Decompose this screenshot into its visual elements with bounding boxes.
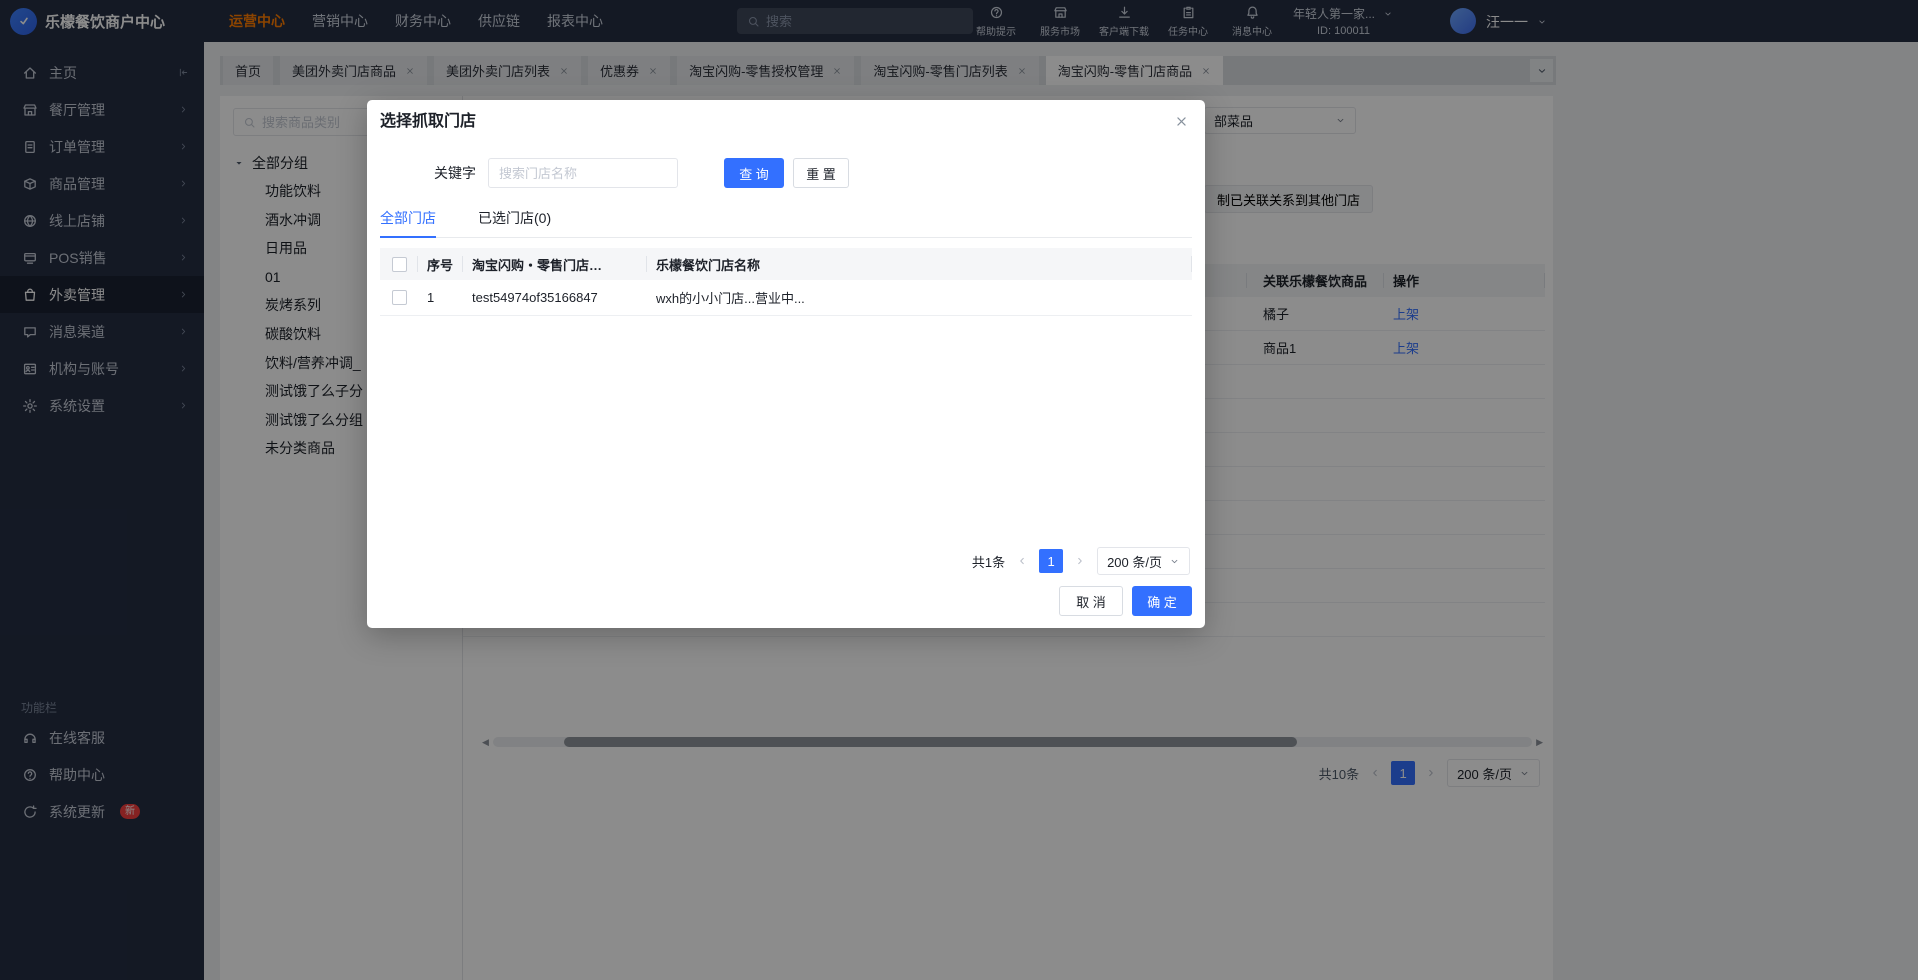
- page-size-value: 200 条/页: [1107, 552, 1162, 571]
- row-checkbox[interactable]: [392, 290, 407, 305]
- cancel-button[interactable]: 取 消: [1059, 586, 1123, 616]
- modal-title: 选择抓取门店: [367, 100, 1205, 131]
- store-row-index: 1: [418, 290, 463, 305]
- store-row-lemon: wxh的小小门店...营业中...: [647, 288, 1192, 307]
- current-page[interactable]: 1: [1039, 549, 1063, 573]
- modal-pagination: 共1条 1 200 条/页: [972, 547, 1190, 575]
- reset-button[interactable]: 重 置: [793, 158, 849, 188]
- select-store-modal: 选择抓取门店 关键字 查 询 重 置 全部门店 已选门店(0) 序号 淘宝闪购・…: [367, 100, 1205, 628]
- store-tabs: 全部门店 已选门店(0): [380, 208, 1192, 238]
- column-index: 序号: [418, 248, 463, 280]
- store-table-header: 序号 淘宝闪购・零售门店… 乐檬餐饮门店名称: [380, 248, 1192, 280]
- store-row-taobao: test54974of35166847: [463, 290, 647, 305]
- total-count: 共1条: [972, 552, 1005, 571]
- column-lemon-store: 乐檬餐饮门店名称: [647, 248, 1192, 280]
- chevron-down-icon: [1169, 556, 1180, 567]
- store-keyword-input[interactable]: [488, 158, 678, 188]
- next-page-icon[interactable]: [1074, 555, 1086, 567]
- store-filter-form: 关键字 查 询 重 置: [380, 158, 1205, 188]
- confirm-button[interactable]: 确 定: [1132, 586, 1192, 616]
- prev-page-icon[interactable]: [1016, 555, 1028, 567]
- page-size-select[interactable]: 200 条/页: [1097, 547, 1190, 575]
- keyword-label: 关键字: [434, 163, 480, 183]
- store-row: 1 test54974of35166847 wxh的小小门店...营业中...: [380, 280, 1192, 316]
- store-table: 序号 淘宝闪购・零售门店… 乐檬餐饮门店名称 1 test54974of3516…: [380, 248, 1192, 316]
- modal-footer: 取 消 确 定: [1059, 586, 1192, 616]
- tab-selected-stores[interactable]: 已选门店(0): [478, 208, 551, 237]
- query-button[interactable]: 查 询: [724, 158, 784, 188]
- column-taobao-store: 淘宝闪购・零售门店…: [463, 248, 647, 280]
- close-icon[interactable]: [1174, 114, 1189, 129]
- tab-all-stores[interactable]: 全部门店: [380, 208, 436, 237]
- select-all-checkbox[interactable]: [392, 257, 407, 272]
